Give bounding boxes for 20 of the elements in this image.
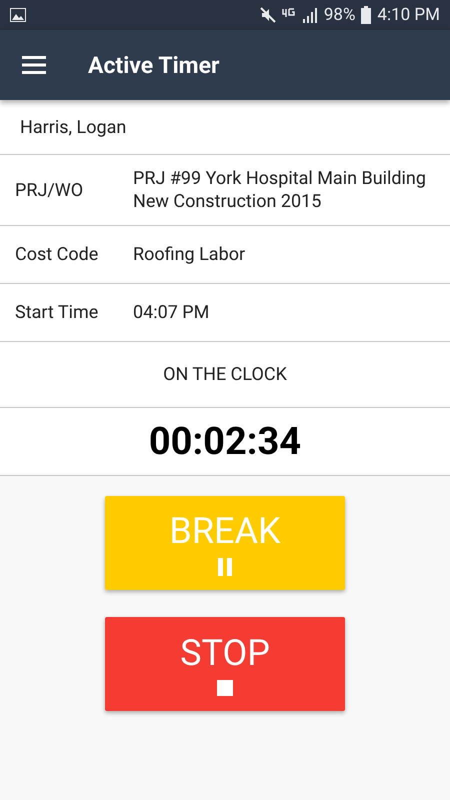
signal-icon [302, 7, 318, 23]
field-value: 04:07 PM [133, 301, 210, 324]
battery-icon [361, 6, 372, 24]
field-label: PRJ/WO [15, 180, 84, 200]
image-icon [10, 8, 26, 22]
pause-icon [217, 558, 233, 576]
status-text: ON THE CLOCK [163, 364, 287, 385]
employee-name: Harris, Logan [20, 116, 126, 138]
elapsed-time: 00:02:34 [148, 420, 302, 464]
stop-button[interactable]: STOP [105, 617, 345, 711]
field-value: Roofing Labor [133, 243, 246, 266]
stop-icon [217, 680, 233, 696]
battery-level: 98% [324, 5, 356, 25]
mute-icon [260, 7, 276, 23]
menu-icon[interactable] [22, 56, 46, 74]
field-value: PRJ #99 York Hospital Main Building New Construction 2015 [133, 167, 427, 213]
field-label: Start Time [15, 302, 100, 323]
clock-time: 4:10 PM [377, 5, 440, 25]
field-label: Cost Code [15, 244, 100, 265]
screen-title: Active Timer [88, 52, 220, 78]
